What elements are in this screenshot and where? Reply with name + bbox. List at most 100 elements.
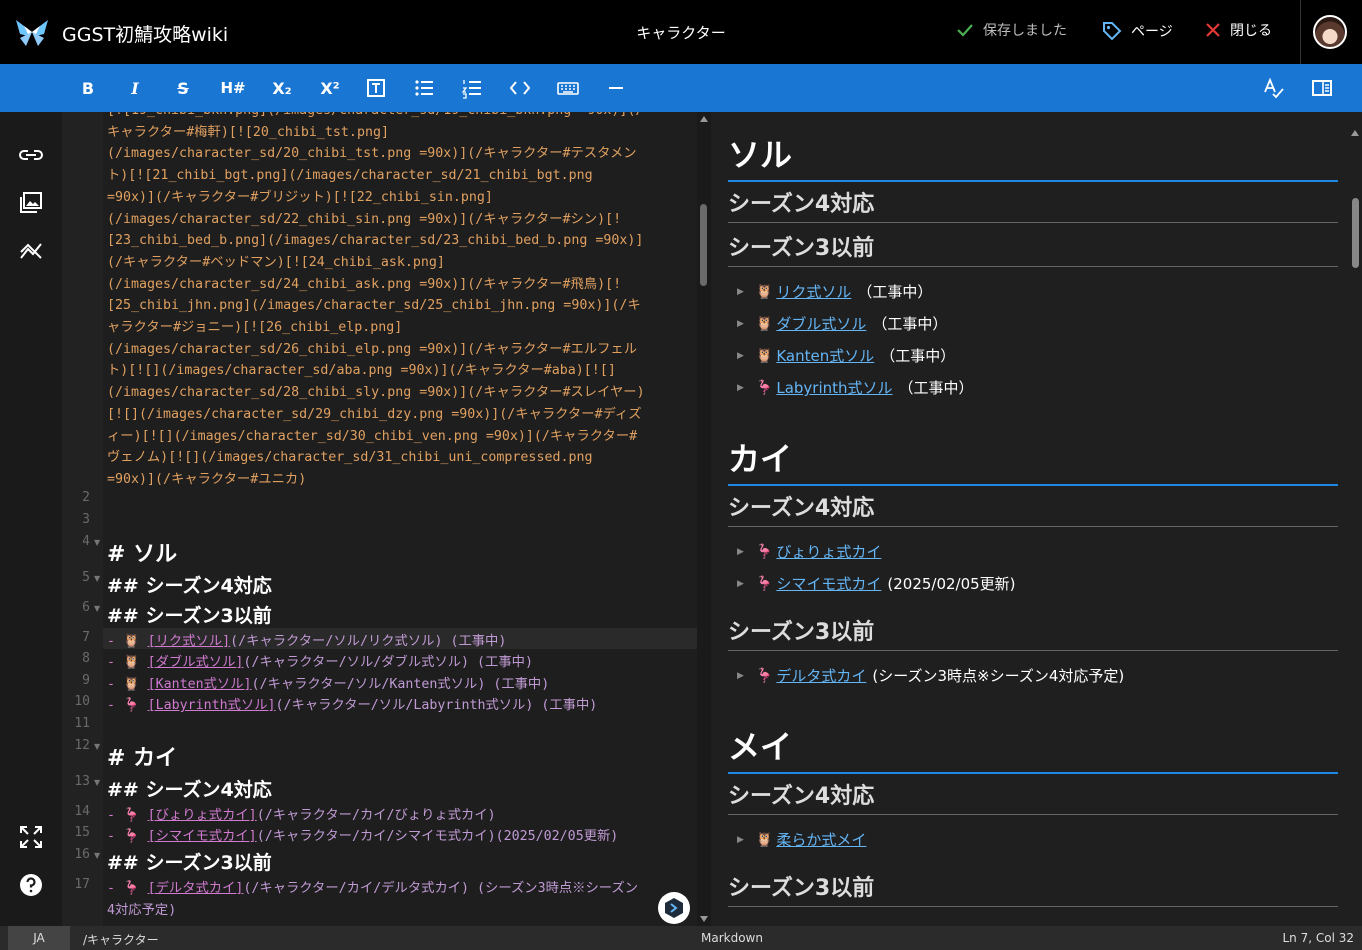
- list-dash: -: [107, 808, 124, 823]
- site-title[interactable]: GGST初鯖攻略wiki: [62, 20, 228, 47]
- subscript-button[interactable]: X₂: [268, 76, 296, 100]
- numbered-list-icon: [461, 80, 481, 99]
- line-number: 10: [74, 694, 90, 709]
- fold-arrow-icon[interactable]: ▼: [94, 574, 100, 583]
- page-link[interactable]: デルタ式カイ: [776, 665, 866, 686]
- app-header: GGST初鯖攻略wiki キャラクター 保存しました ページ 閉じる: [0, 0, 1362, 64]
- fold-arrow-icon[interactable]: ▼: [94, 778, 100, 787]
- flamingo-emoji-icon: 🦩: [123, 829, 140, 844]
- left-sidebar: [0, 112, 62, 926]
- list-dash: -: [107, 881, 124, 896]
- page-link[interactable]: びょりょ式カイ: [776, 541, 881, 562]
- list-item: - 🦩 [シマイモ式カイ](/キャラクター/カイ/シマイモ式カイ)(2025/0…: [107, 825, 618, 844]
- code-line: ト)[![](/images/character_sd/aba.png =90x…: [107, 363, 616, 379]
- language-indicator[interactable]: JA: [8, 926, 70, 950]
- help-button[interactable]: [18, 872, 44, 898]
- close-button-label: 閉じる: [1230, 23, 1272, 39]
- fullscreen-button[interactable]: [18, 824, 44, 850]
- page-button[interactable]: ページ: [1101, 20, 1173, 42]
- line-number: 11: [74, 716, 90, 731]
- expand-icon: [20, 826, 42, 848]
- scrollbar-thumb[interactable]: [1352, 198, 1359, 268]
- code-line: [23_chibi_bed_b.png](/images/character_s…: [107, 233, 644, 249]
- page-link[interactable]: Kanten式ソル: [776, 345, 874, 366]
- textbox-button[interactable]: [363, 76, 389, 100]
- item-note: （工事中）: [880, 347, 956, 365]
- code-line: ヴェノム)[![](/images/character_sd/31_chibi_…: [107, 450, 593, 466]
- line-number: 16: [74, 847, 90, 862]
- italic-button[interactable]: I: [122, 76, 148, 100]
- preview-list-item: ▶ 🦩 Labyrinth式ソル （工事中）: [737, 377, 974, 398]
- editor-assist-button[interactable]: [658, 892, 690, 924]
- insert-diagram-button[interactable]: [18, 238, 44, 264]
- bullet-triangle-icon: ▶: [737, 286, 744, 297]
- butterfly-logo-icon[interactable]: [14, 16, 50, 48]
- heading-sol-s4: ## シーズン4対応: [107, 575, 272, 597]
- fold-arrow-icon[interactable]: ▼: [94, 604, 100, 613]
- line-number: 4: [82, 534, 90, 549]
- fold-arrow-icon[interactable]: ▼: [94, 538, 100, 547]
- page-link[interactable]: 柔らか式メイ: [776, 829, 866, 850]
- scroll-up-icon[interactable]: [700, 116, 708, 122]
- preview-list-item: ▶ 🦉 ダブル式ソル （工事中）: [737, 313, 947, 334]
- line-number: 5: [82, 570, 90, 585]
- images-icon: [20, 192, 42, 213]
- owl-emoji-icon: 🦉: [123, 677, 140, 692]
- md-url: (/キャラクター/ソル/Labyrinth式ソル) (工事中): [275, 698, 598, 713]
- scroll-up-icon[interactable]: [1351, 130, 1359, 136]
- editor-scrollbar[interactable]: [697, 112, 711, 926]
- spellcheck-button[interactable]: [1261, 76, 1287, 100]
- item-note: （工事中）: [898, 379, 974, 397]
- page-link[interactable]: シマイモ式カイ: [776, 573, 881, 594]
- preview-list-item: ▶ 🦉 柔らか式メイ: [737, 829, 872, 850]
- owl-emoji-icon: 🦉: [755, 831, 774, 848]
- md-link: [Labyrinth式ソル]: [147, 698, 276, 713]
- scroll-down-icon[interactable]: [700, 916, 708, 922]
- image-links-block: [![19_chibi_bkn.png](/images/character_s…: [107, 112, 692, 491]
- markdown-editor[interactable]: 2 3 4 ▼ 5 ▼ 6 ▼ 7 8 9 10 11 12 ▼ 13 ▼ 14…: [62, 112, 698, 926]
- md-url: (/キャラクター/カイ/シマイモ式カイ)(2025/02/05更新): [256, 829, 619, 844]
- preview-heading-sol-s4: シーズン4対応: [728, 186, 1338, 223]
- fold-arrow-icon[interactable]: ▼: [94, 851, 100, 860]
- keyboard-button[interactable]: [555, 76, 581, 100]
- heading-button[interactable]: H#: [218, 76, 248, 100]
- horizontal-rule-button[interactable]: [603, 76, 629, 100]
- superscript-button[interactable]: X²: [316, 76, 344, 100]
- close-icon: [1206, 23, 1220, 37]
- toggle-preview-button[interactable]: [1309, 76, 1335, 100]
- code-line: (/images/character_sd/26_chibi_elp.png =…: [107, 341, 637, 357]
- line-number: 17: [74, 877, 90, 892]
- flamingo-emoji-icon: 🦩: [755, 667, 774, 684]
- md-link: [ダブル式ソル]: [147, 655, 244, 670]
- line-number: 12: [74, 738, 90, 753]
- page-link[interactable]: Labyrinth式ソル: [776, 377, 892, 398]
- insert-link-button[interactable]: [18, 142, 44, 168]
- code-button[interactable]: [507, 76, 533, 100]
- strikethrough-button[interactable]: S: [170, 76, 196, 100]
- list-item: - 🦩 [Labyrinth式ソル](/キャラクター/ソル/Labyrinth式…: [107, 694, 597, 713]
- list-item: - 🦉 [ダブル式ソル](/キャラクター/ソル/ダブル式ソル) (工事中): [107, 651, 533, 670]
- numbered-list-button[interactable]: [459, 76, 485, 100]
- page-link[interactable]: リク式ソル: [776, 281, 851, 302]
- heading-kai-s3: ## シーズン3以前: [107, 852, 272, 874]
- avatar[interactable]: [1313, 15, 1347, 49]
- line-number: 2: [82, 490, 90, 505]
- owl-emoji-icon: 🦉: [123, 655, 140, 670]
- scrollbar-thumb[interactable]: [700, 204, 707, 286]
- heading-kai: # カイ: [107, 746, 178, 771]
- fold-arrow-icon[interactable]: ▼: [94, 742, 100, 751]
- list-dash: -: [107, 698, 124, 713]
- close-button[interactable]: 閉じる: [1204, 20, 1272, 40]
- bullet-triangle-icon: ▶: [737, 350, 744, 361]
- list-item: - 🦩 [デルタ式カイ](/キャラクター/カイ/デルタ式カイ) (シーズン3時点…: [107, 877, 638, 896]
- bullet-list-button[interactable]: [411, 76, 437, 100]
- page-link[interactable]: ダブル式ソル: [776, 313, 866, 334]
- flamingo-emoji-icon: 🦩: [123, 808, 140, 823]
- code-line: =90x)](/キャラクター#ユニカ): [107, 471, 307, 487]
- preview-scrollbar[interactable]: [1348, 126, 1362, 926]
- bold-button[interactable]: B: [75, 76, 101, 100]
- insert-image-button[interactable]: [18, 190, 44, 216]
- md-link: [びょりょ式カイ]: [147, 808, 257, 823]
- heading-sol: # ソル: [107, 542, 178, 567]
- list-item: - 🦩 [びょりょ式カイ](/キャラクター/カイ/びょりょ式カイ): [107, 804, 496, 823]
